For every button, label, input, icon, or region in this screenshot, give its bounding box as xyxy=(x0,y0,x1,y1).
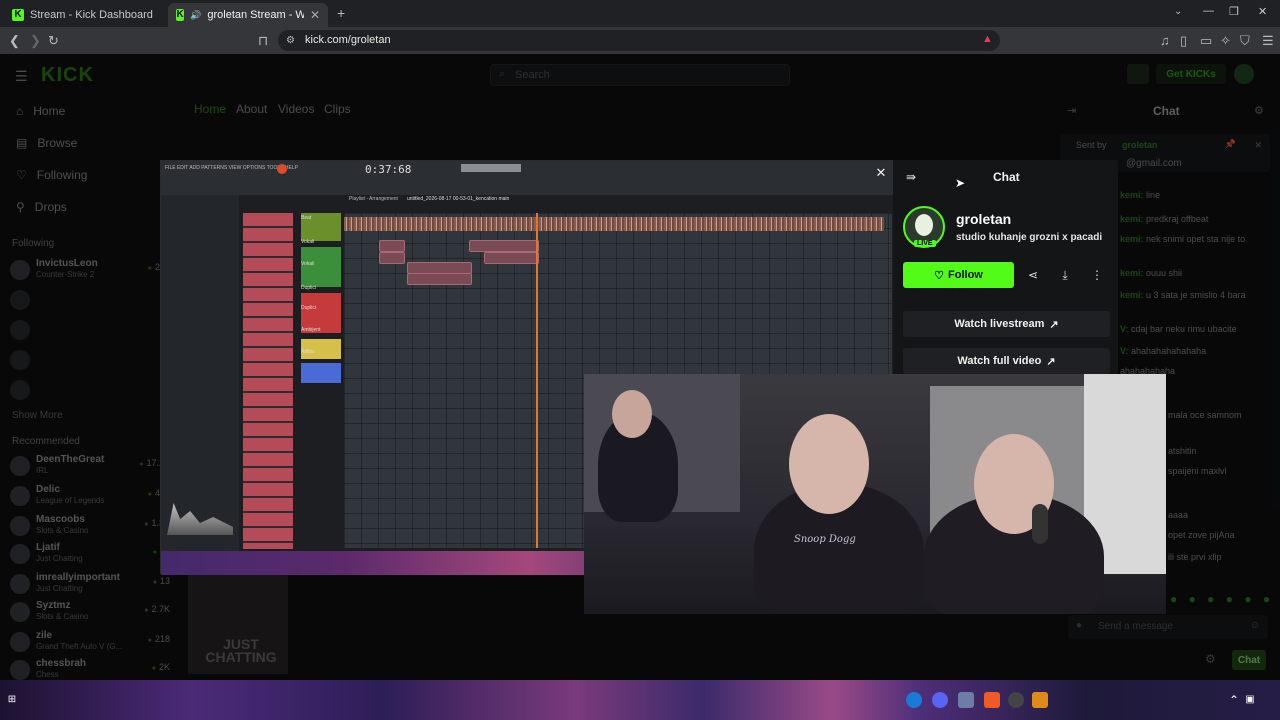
face-left xyxy=(789,414,869,514)
brave-icon[interactable] xyxy=(984,692,1000,708)
watch-livestream-button[interactable]: Watch livestream ↗ xyxy=(903,311,1110,337)
daw-channel-rack xyxy=(239,213,294,553)
bookmark-icon[interactable]: ⊓ xyxy=(258,33,268,49)
pip-chat-title: Chat xyxy=(993,170,1020,184)
new-tab-icon[interactable]: + xyxy=(337,5,345,21)
sample-waveform xyxy=(167,503,233,535)
kick-favicon-icon: K xyxy=(176,9,185,21)
tray-icon[interactable]: ▣ xyxy=(1242,692,1258,708)
restore-icon[interactable]: ❐ xyxy=(1229,5,1239,18)
webcam-inset xyxy=(584,374,740,522)
pattern-name: untitled_2026-08-17 00-53-01_kencation m… xyxy=(407,196,510,202)
audio-clip xyxy=(379,252,405,264)
daw-browser-panel xyxy=(161,195,239,575)
daw-toolbar: FILE EDIT ADD PATTERNS VIEW OPTIONS TOOL… xyxy=(161,161,896,195)
audio-clip xyxy=(469,240,539,252)
audio-clip xyxy=(379,240,405,252)
tab-title: groletan Stream - Watch Live xyxy=(207,9,304,21)
streamer-name[interactable]: groletan xyxy=(956,211,1011,227)
sidebar-icon[interactable]: ▯ xyxy=(1180,33,1187,49)
tab-list-icon[interactable]: ⌄ xyxy=(1174,6,1182,17)
reload-icon[interactable]: ↻ xyxy=(48,33,59,49)
share-icon[interactable]: ⋖ xyxy=(1019,262,1047,288)
waveform-monitor xyxy=(461,164,521,172)
avatar-figure xyxy=(915,214,933,236)
obs-icon[interactable] xyxy=(1008,692,1024,708)
watch-full-video-button[interactable]: Watch full video ↗ xyxy=(903,348,1110,374)
windows-start-icon[interactable]: ⊞ xyxy=(4,692,20,708)
edge-icon[interactable] xyxy=(906,692,922,708)
wallet-icon[interactable]: ▭ xyxy=(1200,33,1212,49)
leo-ai-icon[interactable]: ✧ xyxy=(1220,33,1231,49)
audio-clip xyxy=(344,217,884,231)
daw-time-display: 0:37:68 xyxy=(365,163,412,176)
app-icon[interactable] xyxy=(958,692,974,708)
discord-icon[interactable] xyxy=(932,692,948,708)
external-link-icon: ↗ xyxy=(1049,318,1059,331)
webcam-overlay: Snoop Dogg xyxy=(584,374,1166,614)
download-icon[interactable]: ⤓ xyxy=(1051,262,1079,288)
media-icon[interactable]: ♫ xyxy=(1160,33,1170,48)
mouse-cursor-icon: ➤ xyxy=(955,176,966,190)
close-pip-icon[interactable]: ✕ xyxy=(873,165,889,181)
track-label: Duplici xyxy=(301,305,317,311)
back-icon[interactable]: ❮ xyxy=(9,33,20,49)
audio-playing-icon[interactable]: 🔊 xyxy=(190,10,201,21)
windows-taskbar: ⊞ ⌃ ▣ xyxy=(0,680,1280,720)
site-info-icon[interactable]: ⚙ xyxy=(286,35,295,46)
track-label: Ambijent xyxy=(301,327,321,333)
audio-clip xyxy=(407,273,472,285)
follow-button[interactable]: ♡ Follow xyxy=(903,262,1014,288)
audio-clip xyxy=(484,252,539,264)
tray-chevron-icon[interactable]: ⌃ xyxy=(1226,692,1242,708)
shirt-print: Snoop Dogg xyxy=(794,534,856,545)
vpn-icon[interactable]: ⛉ xyxy=(1240,33,1250,49)
browser-tab-bar: K Stream - Kick Dashboard K 🔊 groletan S… xyxy=(0,0,1280,27)
playlist-title: Playlist - Arrangement xyxy=(349,196,398,202)
record-icon xyxy=(277,164,287,174)
url-text: kick.com/groletan xyxy=(305,34,391,46)
browser-address-bar: ❮ ❯ ↻ ⊓ ⚙ kick.com/groletan ▲ ♫ ▯ ▭ ✧ ⛉ … xyxy=(0,27,1280,72)
stream-title: studio kuhanje grozni x pacadi xyxy=(956,232,1103,243)
channel-strips xyxy=(243,213,293,549)
rewards-icon[interactable]: ▲ xyxy=(982,33,993,45)
kick-favicon-icon: K xyxy=(12,9,24,21)
fl-studio-icon[interactable] xyxy=(1032,692,1048,708)
tab-title: Stream - Kick Dashboard xyxy=(30,9,153,21)
follow-label: Follow xyxy=(948,269,983,281)
close-window-icon[interactable]: ✕ xyxy=(1258,5,1267,18)
close-tab-icon[interactable]: ✕ xyxy=(310,8,320,22)
playhead xyxy=(536,213,538,548)
menu-icon[interactable]: ☰ xyxy=(1262,33,1274,49)
track-label: Adlibs xyxy=(301,349,315,355)
watch-livestream-label: Watch livestream xyxy=(954,318,1045,330)
forward-icon[interactable]: ❯ xyxy=(30,33,41,49)
more-options-icon[interactable]: ⋮ xyxy=(1083,262,1111,288)
track-label: Beat xyxy=(301,215,312,221)
watch-full-video-label: Watch full video xyxy=(957,355,1042,367)
minimize-icon[interactable]: — xyxy=(1203,5,1214,17)
track-label: Vokali xyxy=(301,239,315,245)
live-badge: LIVE xyxy=(914,240,936,247)
track-label: Duplici xyxy=(301,285,317,291)
microphone xyxy=(1032,504,1048,544)
tab-groletan-stream[interactable]: K 🔊 groletan Stream - Watch Live ✕ xyxy=(168,3,328,27)
external-link-icon: ↗ xyxy=(1046,355,1056,368)
track-label: Vokali xyxy=(301,261,315,267)
heart-icon: ♡ xyxy=(934,269,945,282)
tab-kick-dashboard[interactable]: K Stream - Kick Dashboard xyxy=(4,3,164,27)
expand-chat-icon[interactable]: ⇛ xyxy=(906,170,916,184)
